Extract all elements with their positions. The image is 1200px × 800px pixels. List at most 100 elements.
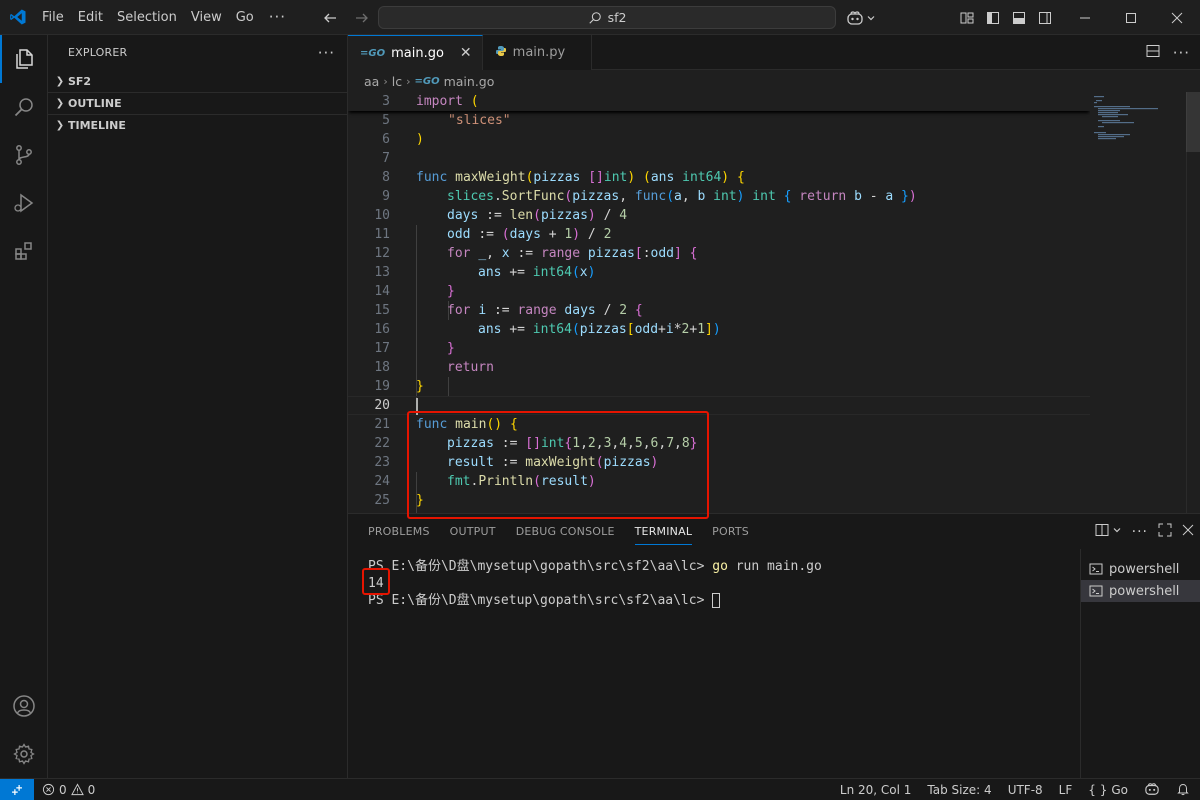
chevron-right-icon: › (406, 74, 411, 88)
code-line: 9 slices.SortFunc(pizzas, func(a, b int)… (382, 189, 917, 204)
minimize-icon[interactable] (1062, 0, 1108, 35)
remote-button[interactable] (0, 778, 34, 800)
tab-debug-console[interactable]: DEBUG CONSOLE (508, 514, 627, 549)
split-terminal-icon[interactable] (1094, 522, 1110, 542)
copilot-status-icon[interactable] (1144, 782, 1160, 799)
source-control-icon[interactable] (0, 131, 48, 179)
section-timeline[interactable]: ❯ TIMELINE (48, 114, 347, 136)
code-line: 14 } (374, 284, 455, 299)
terminal-instance-selected[interactable]: powershell (1081, 580, 1200, 602)
language-mode[interactable]: { } Go (1088, 783, 1128, 797)
close-window-icon[interactable] (1154, 0, 1200, 35)
panel-more-icon[interactable]: ··· (1132, 524, 1148, 540)
tab-output[interactable]: OUTPUT (442, 514, 508, 549)
editor-more-icon[interactable]: ··· (1173, 44, 1190, 62)
breadcrumb-file[interactable]: main.go (444, 74, 495, 89)
menu-file[interactable]: File (35, 0, 71, 35)
accounts-icon[interactable] (0, 682, 48, 730)
maximize-icon[interactable] (1108, 0, 1154, 35)
tab-size[interactable]: Tab Size: 4 (927, 783, 991, 797)
menu-selection[interactable]: Selection (110, 0, 184, 35)
code-line: 21 func main() { (374, 417, 518, 432)
command-center-search[interactable]: sf2 (378, 6, 836, 29)
close-panel-icon[interactable] (1182, 524, 1194, 540)
explorer-more-icon[interactable]: ··· (318, 44, 335, 62)
terminal-instance[interactable]: powershell (1081, 558, 1200, 580)
editor-scroll-thumb[interactable] (1186, 92, 1200, 152)
explorer-sidebar: EXPLORER ··· ❯ SF2 ❯ OUTLINE ❯ TIMELINE (48, 35, 348, 778)
section-outline-label: OUTLINE (68, 97, 122, 110)
status-bar: 0 0 Ln 20, Col 1 Tab Size: 4 UTF-8 LF { … (0, 778, 1200, 800)
menu-more-icon[interactable]: ··· (261, 8, 294, 26)
code-line: 22 pizzas := []int{1,2,3,4,5,6,7,8} (374, 436, 698, 451)
code-line: 19 } (374, 379, 424, 394)
toggle-panel-icon[interactable] (1009, 8, 1029, 28)
tab-main-py[interactable]: main.py (482, 35, 593, 70)
menu-view[interactable]: View (184, 0, 229, 35)
section-sf2[interactable]: ❯ SF2 (48, 70, 347, 92)
editor-tabs: =GO main.go ✕ main.py ··· (348, 35, 1200, 70)
tab-problems[interactable]: PROBLEMS (360, 514, 442, 549)
customize-layout-icon[interactable] (957, 8, 977, 28)
menu-edit[interactable]: Edit (71, 0, 110, 35)
notifications-bell-icon[interactable] (1176, 782, 1190, 799)
encoding[interactable]: UTF-8 (1008, 783, 1043, 797)
sticky-scroll-header[interactable]: 3 import ( (348, 92, 1090, 111)
tab-main-go[interactable]: =GO main.go ✕ (348, 35, 483, 70)
panel-tabs: PROBLEMS OUTPUT DEBUG CONSOLE TERMINAL P… (348, 514, 1200, 549)
section-outline[interactable]: ❯ OUTLINE (48, 92, 347, 114)
bottom-panel: PROBLEMS OUTPUT DEBUG CONSOLE TERMINAL P… (348, 513, 1200, 779)
minimap[interactable] (1090, 92, 1186, 513)
breadcrumb-lc[interactable]: lc (392, 74, 402, 89)
forward-arrow-icon[interactable] (350, 6, 374, 30)
tab-terminal[interactable]: TERMINAL (627, 514, 705, 549)
search-view-icon[interactable] (0, 83, 48, 131)
split-editor-icon[interactable] (1145, 43, 1161, 63)
editor-scrollbar[interactable] (1186, 92, 1200, 513)
terminal-instance-label: powershell (1109, 583, 1180, 599)
remote-icon (12, 784, 22, 795)
terminal-line: PS E:\备份\D盘\mysetup\gopath\src\sf2\aa\lc… (368, 592, 1080, 609)
code-line-current: 20 (348, 396, 1090, 415)
tab-main-py-label: main.py (512, 45, 566, 60)
chevron-right-icon: ❯ (55, 120, 65, 131)
maximize-panel-icon[interactable] (1158, 523, 1172, 541)
tab-ports[interactable]: PORTS (704, 514, 761, 549)
run-debug-icon[interactable] (0, 179, 48, 227)
menu-go[interactable]: Go (229, 0, 261, 35)
problems-status[interactable]: 0 0 (34, 783, 95, 797)
extensions-icon[interactable] (0, 227, 48, 275)
go-file-icon: =GO (360, 47, 386, 59)
terminal-instance-label: powershell (1109, 561, 1180, 577)
code-editor[interactable]: 5 "slices" 6 ) 7 8 func maxWeight(pizzas… (348, 92, 1090, 513)
menu-bar: File Edit Selection View Go ··· (35, 0, 294, 35)
section-sf2-label: SF2 (68, 74, 92, 88)
search-text: sf2 (607, 10, 627, 25)
terminal-powershell-icon (1089, 585, 1103, 597)
close-tab-icon[interactable]: ✕ (460, 45, 472, 61)
cursor-position[interactable]: Ln 20, Col 1 (840, 783, 912, 797)
code-line: 24 fmt.Println(result) (374, 474, 596, 489)
explorer-icon[interactable] (0, 35, 48, 83)
code-line: 15 for i := range days / 2 { (374, 303, 643, 318)
terminal-line: 14 (368, 576, 384, 591)
copilot-button[interactable] (846, 6, 876, 29)
language-label: Go (1111, 783, 1128, 797)
error-count: 0 (59, 782, 67, 797)
chevron-right-icon: › (383, 74, 388, 88)
search-icon (588, 11, 601, 24)
warning-count: 0 (87, 782, 96, 797)
breadcrumb-aa[interactable]: aa (364, 74, 379, 89)
terminal-output[interactable]: PS E:\备份\D盘\mysetup\gopath\src\sf2\aa\lc… (348, 549, 1080, 779)
activity-bar (0, 35, 48, 778)
toggle-primary-sidebar-icon[interactable] (983, 8, 1003, 28)
chevron-down-icon[interactable] (1112, 524, 1122, 539)
code-line: 17 } (374, 341, 455, 356)
code-line: 12 for _, x := range pizzas[:odd] { (374, 246, 698, 261)
back-arrow-icon[interactable] (318, 6, 342, 30)
code-line: 8 func maxWeight(pizzas []int) (ans int6… (382, 170, 745, 185)
toggle-secondary-sidebar-icon[interactable] (1035, 8, 1055, 28)
manage-gear-icon[interactable] (0, 730, 48, 778)
terminal-cursor (712, 593, 721, 608)
end-of-line[interactable]: LF (1059, 783, 1073, 797)
